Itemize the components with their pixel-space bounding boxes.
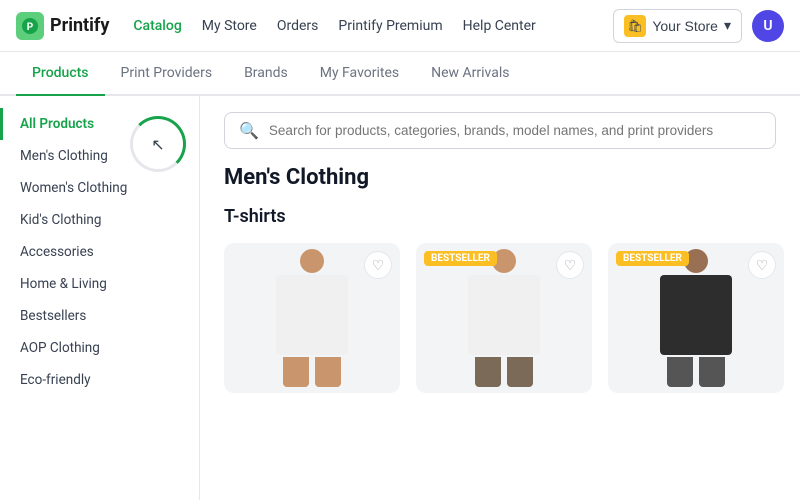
product-card-img-2: ♡ Bestseller	[416, 243, 592, 393]
figure-legs-3	[667, 357, 725, 387]
favorite-button-1[interactable]: ♡	[364, 251, 392, 279]
main-layout: All Products Men's Clothing Women's Clot…	[0, 96, 800, 500]
sidebar-item-aop[interactable]: AOP Clothing	[0, 332, 199, 364]
nav-help[interactable]: Help Center	[463, 18, 536, 34]
sidebar-item-bestsellers[interactable]: Bestsellers	[0, 300, 199, 332]
figure-legs	[283, 357, 341, 387]
tab-print-providers[interactable]: Print Providers	[105, 52, 229, 96]
figure-body-3	[660, 275, 732, 355]
nav-right: 🛍 Your Store ▾ U	[613, 9, 784, 43]
product-grid: ♡ ♡ Bestseller	[224, 243, 776, 393]
figure-leg-r3	[699, 357, 725, 387]
nav-orders[interactable]: Orders	[277, 18, 319, 34]
tab-brands[interactable]: Brands	[228, 52, 304, 96]
figure-leg-l	[283, 357, 309, 387]
bestseller-badge-3: Bestseller	[616, 251, 689, 266]
search-icon: 🔍	[239, 121, 259, 140]
favorite-button-3[interactable]: ♡	[748, 251, 776, 279]
logo-text: Printify	[50, 15, 109, 36]
nav-catalog[interactable]: Catalog	[133, 18, 181, 34]
top-nav: P Printify Catalog My Store Orders Print…	[0, 0, 800, 52]
figure-legs-2	[475, 357, 533, 387]
figure-leg-r	[315, 357, 341, 387]
store-button[interactable]: 🛍 Your Store ▾	[613, 9, 742, 43]
product-card-1: ♡	[224, 243, 400, 393]
figure-leg-l3	[667, 357, 693, 387]
product-card-2: ♡ Bestseller	[416, 243, 592, 393]
main-content: 🔍 Men's Clothing T-shirts	[200, 96, 800, 500]
product-card-img-1: ♡	[224, 243, 400, 393]
subsection-title: T-shirts	[224, 206, 776, 227]
tab-new-arrivals[interactable]: New Arrivals	[415, 52, 525, 96]
logo[interactable]: P Printify	[16, 12, 109, 40]
nav-premium[interactable]: Printify Premium	[338, 18, 442, 34]
search-input[interactable]	[269, 123, 761, 138]
user-avatar[interactable]: U	[752, 10, 784, 42]
sidebar-item-accessories[interactable]: Accessories	[0, 236, 199, 268]
product-card-3: ♡ Bestseller	[608, 243, 784, 393]
sidebar-item-home[interactable]: Home & Living	[0, 268, 199, 300]
sidebar-item-womens[interactable]: Women's Clothing	[0, 172, 199, 204]
tab-products[interactable]: Products	[16, 52, 105, 96]
logo-icon: P	[16, 12, 44, 40]
favorite-button-2[interactable]: ♡	[556, 251, 584, 279]
store-badge-icon: 🛍	[624, 15, 646, 37]
search-bar: 🔍	[224, 112, 776, 149]
loading-spinner: ↖	[130, 116, 186, 172]
figure-head	[300, 249, 324, 273]
sidebar: All Products Men's Clothing Women's Clot…	[0, 96, 200, 500]
product-figure-2	[468, 249, 540, 387]
product-card-img-3: ♡ Bestseller	[608, 243, 784, 393]
chevron-down-icon: ▾	[724, 17, 731, 34]
section-title: Men's Clothing	[224, 165, 776, 190]
product-figure-3	[660, 249, 732, 387]
figure-leg-l2	[475, 357, 501, 387]
tab-my-favorites[interactable]: My Favorites	[304, 52, 415, 96]
store-button-label: Your Store	[652, 18, 718, 34]
cursor-icon: ↖	[151, 135, 164, 154]
figure-body	[276, 275, 348, 355]
sidebar-item-eco[interactable]: Eco-friendly	[0, 364, 199, 396]
sub-nav: Products Print Providers Brands My Favor…	[0, 52, 800, 96]
nav-links: Catalog My Store Orders Printify Premium…	[133, 18, 613, 34]
svg-text:P: P	[27, 22, 34, 33]
figure-body-2	[468, 275, 540, 355]
figure-leg-r2	[507, 357, 533, 387]
bestseller-badge-2: Bestseller	[424, 251, 497, 266]
product-figure-1	[276, 249, 348, 387]
nav-my-store[interactable]: My Store	[202, 18, 257, 34]
sidebar-item-kids[interactable]: Kid's Clothing	[0, 204, 199, 236]
